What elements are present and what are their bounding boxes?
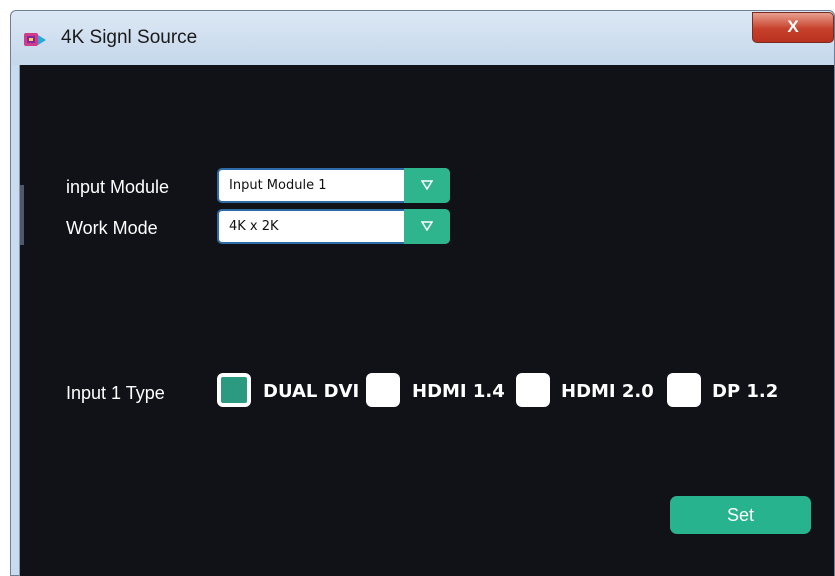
app-logo-icon xyxy=(23,31,47,49)
chevron-down-icon[interactable] xyxy=(404,209,450,244)
set-button[interactable]: Set xyxy=(670,496,811,534)
input-type-label: Input 1 Type xyxy=(66,383,165,403)
title-bar[interactable]: 4K Signl Source X xyxy=(11,11,834,65)
window-title: 4K Signl Source xyxy=(61,27,198,48)
close-button[interactable]: X xyxy=(752,12,834,43)
input-module-value: Input Module 1 xyxy=(229,178,327,193)
dp-1-2-checkbox[interactable] xyxy=(667,373,701,407)
chevron-down-icon[interactable] xyxy=(404,168,450,203)
work-mode-select[interactable]: 4K x 2K xyxy=(217,209,450,244)
hdmi-2-0-label: HDMI 2.0 xyxy=(561,381,654,402)
checkbox-fill xyxy=(221,377,247,403)
dual-dvi-checkbox[interactable] xyxy=(217,373,251,407)
work-mode-label: Work Mode xyxy=(66,218,158,238)
input-module-label: input Module xyxy=(66,177,170,197)
dp-1-2-label: DP 1.2 xyxy=(712,381,779,402)
hdmi-1-4-label: HDMI 1.4 xyxy=(412,381,505,402)
dual-dvi-label: DUAL DVI xyxy=(263,381,360,402)
scrollbar-edge xyxy=(20,185,24,245)
input-module-select[interactable]: Input Module 1 xyxy=(217,168,450,203)
dialog-content: input Module Input Module 1 Work Mode 4K… xyxy=(19,65,834,576)
hdmi-1-4-checkbox[interactable] xyxy=(366,373,400,407)
dialog-window: 4K Signl Source X input Module Input Mod… xyxy=(10,10,835,576)
hdmi-2-0-checkbox[interactable] xyxy=(516,373,550,407)
work-mode-value: 4K x 2K xyxy=(229,219,279,234)
